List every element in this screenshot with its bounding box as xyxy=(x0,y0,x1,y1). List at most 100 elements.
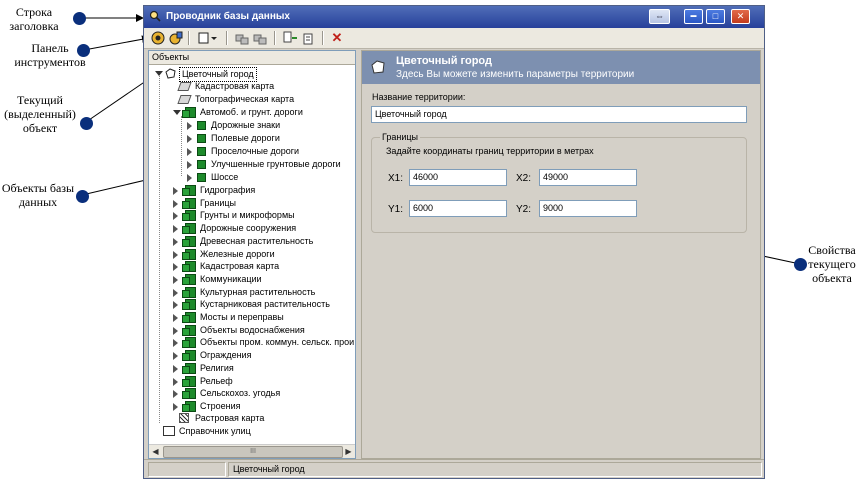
tree-item-label: Полевые дороги xyxy=(211,133,280,143)
db-icon[interactable] xyxy=(168,30,184,46)
explorer-icon xyxy=(149,10,161,22)
delete-icon[interactable]: ✕ xyxy=(329,30,345,46)
objects-tree-pane[interactable]: Объекты Цветочный город Кадастровая карт… xyxy=(148,50,356,459)
tree-item-label: Гидрография xyxy=(200,185,256,195)
expand-icon[interactable] xyxy=(173,250,178,259)
expand-icon[interactable] xyxy=(173,199,178,208)
expand-icon[interactable] xyxy=(173,402,178,411)
minimize-button[interactable]: ▬ xyxy=(684,9,703,24)
open-db-icon[interactable] xyxy=(150,30,166,46)
annotation-props: Свойства текущего объекта xyxy=(808,243,856,285)
raster-map-icon xyxy=(179,413,189,423)
tree-item-label: Объекты пром. коммун. сельск. прои xyxy=(200,337,355,348)
name-label: Название территории: xyxy=(372,92,466,102)
expand-icon[interactable] xyxy=(187,122,192,130)
bounds-title: Границы xyxy=(380,132,420,142)
y2-label: Y2: xyxy=(516,204,532,215)
map-layer-icon xyxy=(177,82,192,91)
paste-icon[interactable] xyxy=(252,30,268,46)
toolbar-separator xyxy=(274,31,276,45)
tree-item-label: Строения xyxy=(200,400,241,411)
new-dropdown-icon[interactable] xyxy=(196,30,218,46)
expand-icon[interactable] xyxy=(173,187,178,195)
x2-input[interactable]: 49000 xyxy=(539,169,637,186)
scroll-right-icon[interactable]: ▶ xyxy=(343,446,354,457)
layer-group-icon xyxy=(182,273,196,285)
tree-item-label: Религия xyxy=(200,362,234,373)
tree-item-label: Ограждения xyxy=(200,350,252,361)
tree-header: Объекты xyxy=(149,51,355,65)
tree-item-label: Сельскохоз. угодья xyxy=(200,388,281,399)
bounds-description: Задайте координаты границ территории в м… xyxy=(386,146,594,156)
scroll-left-icon[interactable]: ◀ xyxy=(150,446,161,457)
layer-group-icon xyxy=(182,235,196,247)
horizontal-scrollbar[interactable]: ◀ III ▶ xyxy=(149,444,355,458)
tree-item-label: Проселочные дороги xyxy=(211,146,300,156)
expand-icon[interactable] xyxy=(173,237,178,246)
tree-guide-line xyxy=(159,73,160,423)
expand-icon[interactable] xyxy=(173,212,178,221)
close-button[interactable]: ✕ xyxy=(731,9,750,24)
tree-item-label: Культурная растительность xyxy=(200,286,316,297)
expand-icon[interactable] xyxy=(173,377,178,386)
layer-group-icon xyxy=(182,388,196,400)
tree-item-label: Растровая карта xyxy=(195,413,265,423)
panel-title: Цветочный город xyxy=(396,55,492,67)
tree-item-label: Дорожные знаки xyxy=(211,120,281,130)
expand-icon[interactable] xyxy=(173,364,178,373)
layer-group-icon xyxy=(182,107,196,118)
layer-group-icon xyxy=(182,197,196,209)
annotation-db-objects: Объекты базы данных xyxy=(1,181,75,209)
x2-label: X2: xyxy=(516,173,532,184)
layer-group-icon xyxy=(182,299,196,311)
tree-item-label: Грунты и микроформы xyxy=(200,210,295,221)
delete-list-icon[interactable] xyxy=(300,30,316,46)
panel-subtitle: Здесь Вы можете изменить параметры терри… xyxy=(396,69,635,80)
layer-icon xyxy=(197,147,206,156)
expand-icon[interactable] xyxy=(173,314,178,322)
expand-icon[interactable] xyxy=(187,161,192,169)
expand-icon[interactable] xyxy=(173,301,178,310)
layer-group-icon xyxy=(182,324,196,336)
move-icon[interactable] xyxy=(282,30,298,46)
layer-group-icon xyxy=(182,362,196,374)
tree-item-label: Рельеф xyxy=(200,375,233,386)
expand-icon[interactable] xyxy=(173,288,178,297)
maximize-button[interactable]: □ xyxy=(706,9,725,24)
annotation-toolbar: Панель инструментов xyxy=(14,41,86,69)
tree-item-label: Мосты и переправы xyxy=(200,312,284,322)
collapse-icon[interactable] xyxy=(173,110,181,115)
tree-item-label: Шоссе xyxy=(211,172,239,182)
expand-icon[interactable] xyxy=(187,174,192,182)
territory-icon xyxy=(371,60,385,74)
title-bar[interactable]: Проводник базы данных ⇔ ▬ □ ✕ xyxy=(144,6,764,28)
layer-group-icon xyxy=(182,248,196,260)
scroll-thumb[interactable]: III xyxy=(163,446,343,458)
tree-item-label: Древесная растительность xyxy=(200,235,314,246)
toolbar-separator xyxy=(226,31,228,45)
database-explorer-window: Проводник базы данных ⇔ ▬ □ ✕ ✕ Объекты … xyxy=(143,5,765,479)
bounds-group: Границы Задайте координаты границ террит… xyxy=(371,132,747,233)
expand-icon[interactable] xyxy=(187,148,192,156)
y1-input[interactable]: 6000 xyxy=(409,200,507,217)
territory-name-input[interactable]: Цветочный город xyxy=(371,106,747,123)
map-layer-icon xyxy=(177,95,192,104)
layer-group-icon xyxy=(182,400,196,412)
y2-input[interactable]: 9000 xyxy=(539,200,637,217)
expand-icon[interactable] xyxy=(173,339,178,348)
expand-icon[interactable] xyxy=(173,326,178,335)
copy-icon[interactable] xyxy=(234,30,250,46)
collapse-icon[interactable] xyxy=(155,71,163,76)
layer-group-icon xyxy=(182,350,196,362)
expand-icon[interactable] xyxy=(173,275,178,284)
expand-icon[interactable] xyxy=(173,352,178,361)
expand-icon[interactable] xyxy=(173,225,178,234)
expand-icon[interactable] xyxy=(173,390,178,399)
layer-icon xyxy=(197,134,206,143)
expand-icon[interactable] xyxy=(173,263,178,272)
restore-button[interactable]: ⇔ xyxy=(649,9,670,24)
layer-icon xyxy=(197,121,206,130)
layer-icon xyxy=(197,160,206,169)
expand-icon[interactable] xyxy=(187,135,192,143)
x1-input[interactable]: 46000 xyxy=(409,169,507,186)
